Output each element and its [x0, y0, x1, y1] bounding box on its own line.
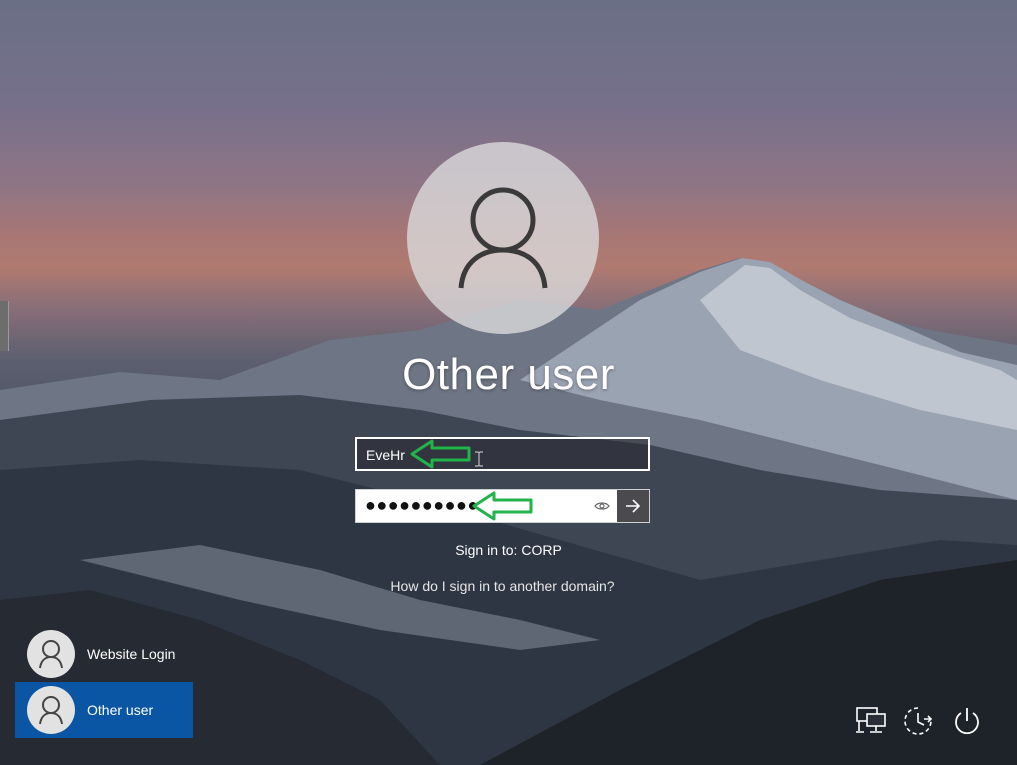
arrow-right-icon — [626, 499, 641, 513]
tile-avatar — [27, 630, 75, 678]
user-tile-other-user[interactable]: Other user — [15, 682, 193, 738]
network-icon[interactable] — [855, 705, 887, 737]
annotation-arrow-icon — [410, 439, 471, 469]
user-display-name: Other user — [402, 350, 615, 399]
user-tile-label: Other user — [87, 702, 154, 718]
user-silhouette-icon — [39, 696, 63, 725]
accessibility-icon[interactable] — [902, 705, 934, 737]
tile-avatar — [27, 686, 75, 734]
sign-in-domain-label: Sign in to: CORP — [455, 542, 562, 558]
user-tile-label: Website Login — [87, 646, 176, 662]
username-value: EveHr — [366, 447, 405, 463]
user-avatar — [407, 142, 599, 334]
user-silhouette-icon — [39, 640, 63, 669]
password-value: ●●●●●●●●●● — [365, 495, 479, 515]
other-domain-help-link[interactable]: How do I sign in to another domain? — [0, 578, 1005, 594]
username-input[interactable]: EveHr — [355, 437, 650, 471]
user-tile-website-login[interactable]: Website Login — [15, 626, 193, 682]
reveal-password-icon[interactable] — [594, 499, 610, 513]
side-edge-tab[interactable] — [0, 301, 9, 351]
submit-button[interactable] — [617, 490, 649, 522]
power-icon[interactable] — [951, 705, 983, 737]
text-cursor-icon — [475, 451, 483, 467]
annotation-arrow-icon — [472, 491, 533, 521]
user-silhouette-icon — [458, 187, 548, 289]
